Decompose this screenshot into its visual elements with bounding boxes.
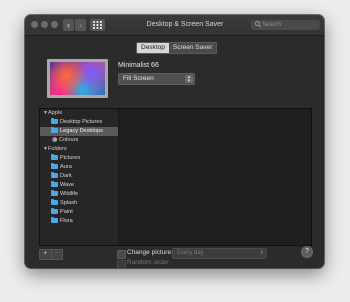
wallpaper-image [50,62,105,95]
folder-icon [51,198,58,205]
sidebar-item-paint[interactable]: Paint [40,207,118,217]
sidebar-item-label: Flora [60,218,73,224]
chevron-updown-icon: ⬍ [259,250,264,256]
tab-screen-saver[interactable]: Screen Saver [168,43,217,53]
fit-mode-value: Fill Screen [123,75,154,82]
picture-browser: ▼Apple Desktop Pictures Legacy Desktops … [39,108,312,246]
folder-icon [51,117,58,124]
chevron-updown-icon: ▴ ▾ [185,75,193,84]
minimize-button[interactable] [41,21,48,28]
sidebar-item-legacy-desktops[interactable]: Legacy Desktops [40,126,118,136]
grid-icon [93,21,102,29]
source-sidebar[interactable]: ▼Apple Desktop Pictures Legacy Desktops … [40,109,119,245]
help-button[interactable]: ? [301,246,313,258]
folder-icon [51,180,58,187]
sidebar-item-splash[interactable]: Splash [40,198,118,208]
random-order-checkbox[interactable] [117,260,126,268]
tab-desktop[interactable]: Desktop [137,43,169,53]
sidebar-group-folders[interactable]: ▼Folders [40,145,118,154]
sidebar-item-flora[interactable]: Flora [40,216,118,226]
sidebar-item-label: Legacy Desktops [60,128,103,134]
sidebar-item-dark[interactable]: Dark [40,171,118,181]
folder-icon [51,171,58,178]
search-placeholder: Search [262,22,282,28]
show-all-button[interactable] [90,19,105,31]
remove-folder-button[interactable]: − [50,250,63,259]
search-field[interactable]: Search [251,20,320,30]
preferences-window: ‹ › Desktop & Screen Saver Search Deskto… [25,15,324,268]
sidebar-item-wildlife[interactable]: Wildlife [40,189,118,199]
back-button[interactable]: ‹ [63,19,74,31]
change-picture-label: Change picture: [127,249,173,256]
sidebar-group-label: Apple [48,110,63,116]
sidebar-item-label: Paint [60,209,73,215]
sidebar-item-aura[interactable]: Aura [40,162,118,172]
folder-icon [51,207,58,214]
folder-icon [51,216,58,223]
sidebar-item-pictures[interactable]: Pictures [40,153,118,163]
sidebar-item-label: Colours [59,137,79,143]
sidebar-item-label: Wildlife [60,191,79,197]
sidebar-item-wave[interactable]: Wave [40,180,118,190]
sidebar-item-label: Dark [60,173,72,179]
sidebar-item-label: Desktop Pictures [60,119,103,125]
close-button[interactable] [31,21,38,28]
window-title: Desktop & Screen Saver [146,21,224,28]
add-remove-control: + − [39,249,63,260]
forward-button[interactable]: › [75,19,86,31]
folder-icon [51,162,58,169]
folder-icon [51,126,58,133]
sidebar-item-label: Aura [60,164,72,170]
thumbnail-area[interactable] [119,109,311,245]
change-interval-value: Every day [177,250,204,256]
add-folder-button[interactable]: + [40,250,51,259]
fit-mode-dropdown[interactable]: Fill Screen ▴ ▾ [118,73,195,85]
sidebar-group-apple[interactable]: ▼Apple [40,109,118,118]
title-bar: ‹ › Desktop & Screen Saver Search [25,15,324,36]
change-interval-dropdown[interactable]: Every day ⬍ [172,248,267,259]
sidebar-item-label: Wave [60,182,75,188]
color-wheel-icon [52,136,57,142]
folder-icon [51,189,58,196]
sidebar-item-label: Splash [60,200,78,206]
sidebar-item-desktop-pictures[interactable]: Desktop Pictures [40,117,118,127]
tab-bar: Desktop Screen Saver [136,42,218,54]
wallpaper-preview [47,59,108,98]
sidebar-item-colours[interactable]: Colours [40,136,118,145]
sidebar-item-label: Pictures [60,155,81,161]
random-order-label: Random order [127,259,169,266]
folder-icon [51,153,58,160]
zoom-button[interactable] [51,21,58,28]
change-picture-checkbox[interactable] [117,250,126,259]
search-icon [255,21,261,28]
sidebar-group-label: Folders [48,146,67,152]
wallpaper-name: Minimalist 66 [118,62,159,69]
